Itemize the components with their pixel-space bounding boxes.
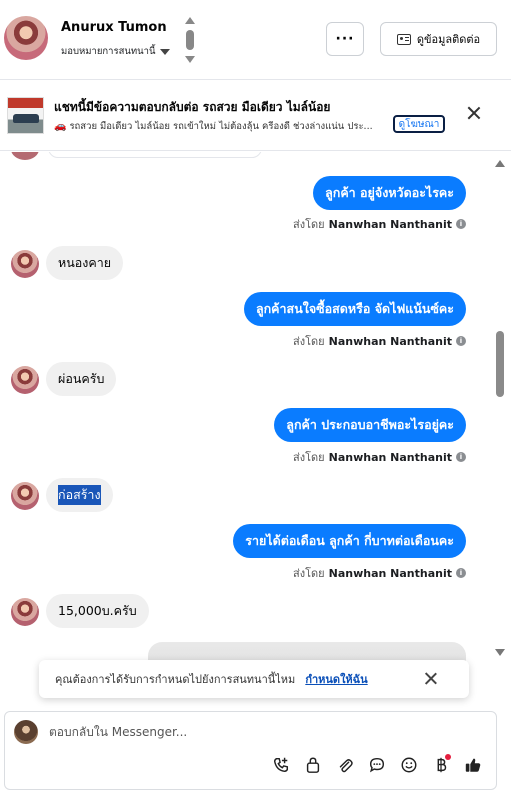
sender-name: Nanwhan Nanthanit bbox=[328, 217, 452, 231]
sent-by-label: ส่งโดย Nanwhan Nanthanit i bbox=[293, 332, 466, 350]
ad-banner-subtitle: 🚗 รถสวย มือเดียว ไมล์น้อย รถเข้าใหม่ ไม่… bbox=[54, 119, 373, 134]
message-bubble-incoming[interactable]: ก่อสร้าง bbox=[46, 478, 113, 512]
selected-text[interactable]: ก่อสร้าง bbox=[58, 485, 101, 505]
info-icon[interactable]: i bbox=[456, 568, 466, 578]
reply-input[interactable] bbox=[49, 721, 479, 743]
ad-reply-banner: แชทนี้มีข้อความตอบกลับต่อ รถสวย มือเดียว… bbox=[0, 81, 511, 151]
sender-name: Nanwhan Nanthanit bbox=[328, 450, 452, 464]
contact-card-icon bbox=[396, 33, 411, 45]
arrow-up-icon[interactable] bbox=[185, 17, 195, 24]
avatar bbox=[11, 152, 39, 160]
message-bubble-incoming bbox=[48, 152, 262, 158]
arrow-down-icon[interactable] bbox=[185, 56, 195, 63]
ad-thumbnail[interactable] bbox=[7, 97, 44, 134]
view-ad-link[interactable]: ดูโฆษณา bbox=[393, 115, 445, 133]
avatar bbox=[14, 720, 38, 744]
assign-to-me-link[interactable]: กำหนดให้ฉัน bbox=[305, 670, 367, 688]
baht-icon[interactable] bbox=[431, 754, 451, 776]
chat-bubble-icon[interactable] bbox=[367, 754, 387, 776]
chevron-down-icon bbox=[159, 48, 170, 55]
message-bubble-incoming[interactable]: หนองคาย bbox=[46, 246, 124, 280]
sent-by-label: ส่งโดย Nanwhan Nanthanit i bbox=[293, 448, 466, 466]
message-thread[interactable]: ลูกค้า อยู่จังหวัดอะไรคะ ส่งโดย Nanwhan … bbox=[0, 152, 511, 696]
attachment-icon[interactable] bbox=[335, 754, 355, 776]
call-add-icon[interactable] bbox=[271, 754, 291, 776]
message-bubble-outgoing[interactable]: รายได้ต่อเดือน ลูกค้า กี่บาทต่อเดือนคะ bbox=[233, 524, 466, 558]
ad-banner-title: แชทนี้มีข้อความตอบกลับต่อ รถสวย มือเดียว… bbox=[54, 100, 331, 114]
avatar bbox=[11, 482, 39, 510]
scroll-down-arrow[interactable] bbox=[495, 649, 505, 656]
notification-dot bbox=[445, 754, 451, 760]
contact-avatar[interactable] bbox=[4, 16, 48, 60]
info-icon[interactable]: i bbox=[456, 336, 466, 346]
emoji-icon[interactable] bbox=[399, 754, 419, 776]
conversation-header: Anurux Tumon มอบหมายการสนทนานี้ ··· ดูข้… bbox=[0, 0, 511, 80]
scroll-up-arrow[interactable] bbox=[495, 160, 505, 167]
handle-icon bbox=[186, 30, 194, 50]
message-bubble-incoming[interactable]: ผ่อนครับ bbox=[46, 362, 117, 396]
navigate-conversation-icon[interactable] bbox=[184, 17, 196, 63]
message-bubble-incoming[interactable]: 15,000บ.ครับ bbox=[46, 594, 149, 628]
lock-icon[interactable] bbox=[303, 754, 323, 776]
contact-name[interactable]: Anurux Tumon bbox=[61, 20, 167, 35]
close-icon[interactable] bbox=[467, 106, 481, 120]
assign-prompt-toast: คุณต้องการได้รับการกำหนดไปยังการสนทนานี้… bbox=[39, 660, 469, 698]
assign-prompt-text: คุณต้องการได้รับการกำหนดไปยังการสนทนานี้… bbox=[55, 673, 296, 686]
close-icon[interactable] bbox=[424, 672, 438, 686]
message-bubble-outgoing[interactable]: ลูกค้าสนใจซื้อสดหรือ จัดไฟแน้นซ์คะ bbox=[243, 292, 466, 326]
more-options-button[interactable]: ··· bbox=[326, 22, 364, 56]
composer-toolbar bbox=[271, 754, 483, 776]
scrollbar-thumb[interactable] bbox=[496, 331, 504, 397]
avatar bbox=[11, 366, 39, 394]
sent-by-label: ส่งโดย Nanwhan Nanthanit i bbox=[293, 564, 466, 582]
message-bubble-outgoing[interactable]: ลูกค้า ประกอบอาชีพอะไรอยู่คะ bbox=[274, 408, 466, 442]
sender-name: Nanwhan Nanthanit bbox=[328, 334, 452, 348]
info-icon[interactable]: i bbox=[456, 219, 466, 229]
assign-label: มอบหมายการสนทนานี้ bbox=[61, 46, 156, 57]
ad-subtitle-text: รถสวย มือเดียว ไมล์น้อย รถเข้าใหม่ ไม่ต้… bbox=[69, 121, 373, 132]
view-contact-info-button[interactable]: ดูข้อมูลติดต่อ bbox=[380, 22, 497, 56]
avatar bbox=[11, 598, 39, 626]
sent-by-label: ส่งโดย Nanwhan Nanthanit i bbox=[293, 215, 466, 233]
message-bubble-outgoing[interactable]: ลูกค้า อยู่จังหวัดอะไรคะ bbox=[313, 176, 466, 210]
car-icon: 🚗 bbox=[54, 121, 67, 132]
avatar bbox=[11, 250, 39, 278]
view-contact-info-label: ดูข้อมูลติดต่อ bbox=[416, 33, 481, 46]
sender-name: Nanwhan Nanthanit bbox=[328, 566, 452, 580]
assign-conversation-dropdown[interactable]: มอบหมายการสนทนานี้ bbox=[61, 44, 170, 59]
thumbs-up-icon[interactable] bbox=[463, 754, 483, 776]
reply-composer bbox=[4, 711, 497, 790]
info-icon[interactable]: i bbox=[456, 452, 466, 462]
